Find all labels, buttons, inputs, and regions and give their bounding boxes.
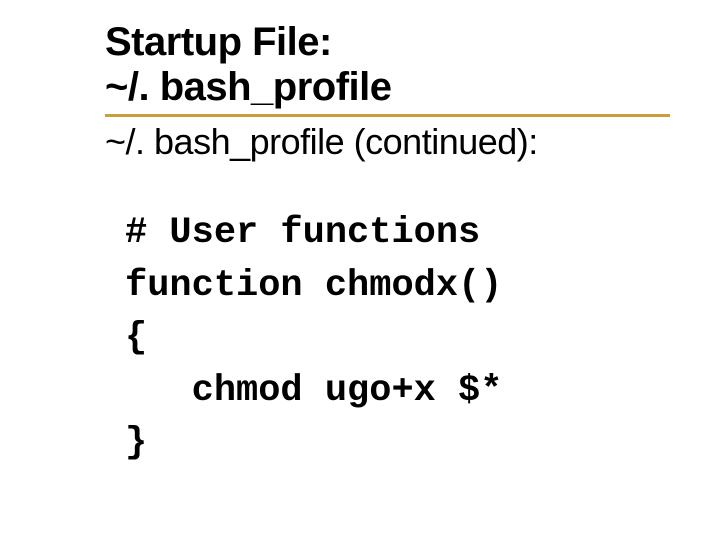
code-block: # User functions function chmodx() { chm… [125, 207, 670, 470]
code-line-1: # User functions [125, 212, 480, 254]
slide-title: Startup File: ~/. bash_profile [105, 20, 670, 117]
slide-subtitle: ~/. bash_profile (continued): [105, 121, 670, 162]
title-line-2: ~/. bash_profile [105, 65, 392, 109]
title-line-1: Startup File: [105, 20, 332, 64]
slide: Startup File: ~/. bash_profile ~/. bash_… [0, 0, 720, 540]
code-line-3: { [125, 317, 147, 359]
code-line-4: chmod ugo+x $* [125, 370, 502, 412]
code-line-2: function chmodx() [125, 265, 502, 307]
code-line-5: } [125, 422, 147, 464]
